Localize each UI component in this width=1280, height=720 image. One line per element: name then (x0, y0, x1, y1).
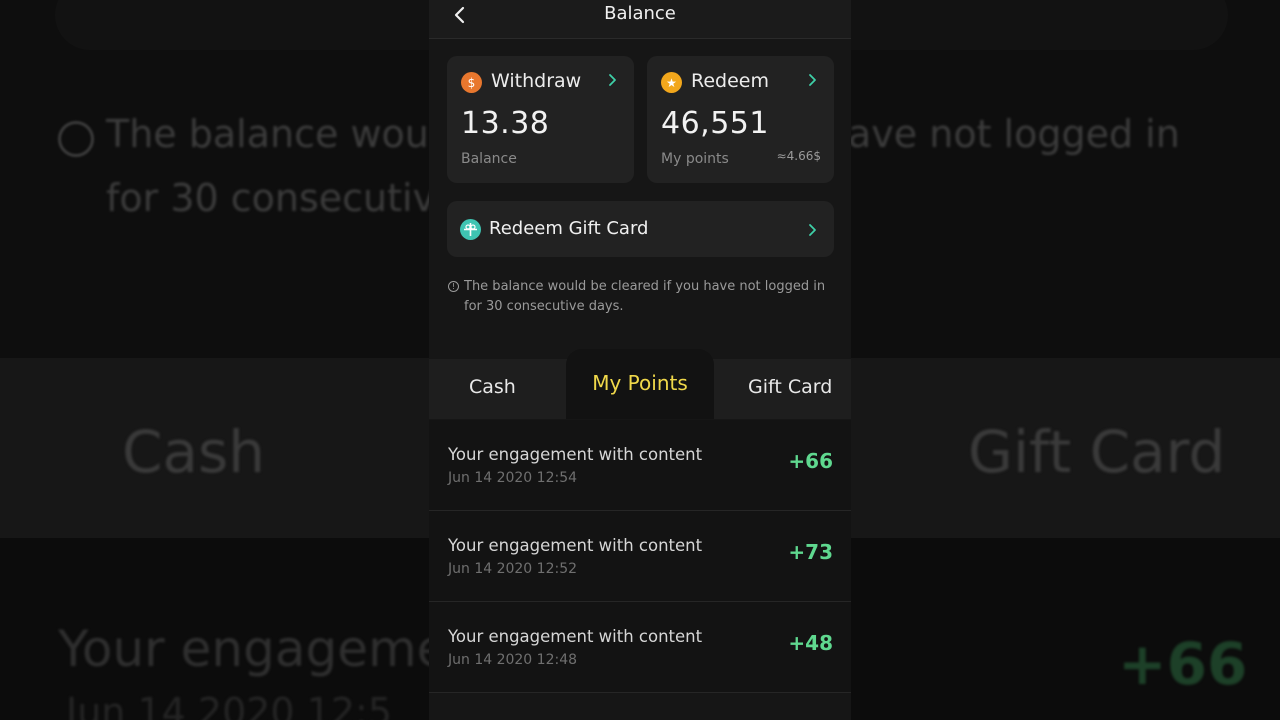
star-coin-icon: ★ (661, 72, 682, 93)
redeem-label: Redeem (691, 70, 769, 92)
gift-card-icon (460, 219, 481, 240)
chevron-right-icon (605, 72, 619, 86)
transaction-points: +66 (788, 449, 833, 473)
transaction-date: Jun 14 2020 12:48 (448, 652, 578, 668)
background-row-points: +66 (1118, 630, 1248, 698)
transaction-title: Your engagement with content (448, 627, 703, 646)
withdraw-card[interactable]: $ Withdraw 13.38 Balance (447, 56, 634, 183)
redeem-gift-card-button[interactable]: Redeem Gift Card (447, 201, 834, 257)
background-notice-line1-right: ave not logged in (848, 112, 1180, 156)
transaction-title: Your engagement with content (448, 445, 703, 464)
info-icon: ! (448, 281, 459, 292)
transaction-points: +48 (788, 631, 833, 655)
background-row-date: Jun 14 2020 12:5 (66, 690, 393, 720)
balance-notice: The balance would be cleared if you have… (464, 279, 826, 314)
transaction-date: Jun 14 2020 12:54 (448, 470, 578, 486)
points-history-list: Your engagement with content Jun 14 2020… (429, 420, 851, 693)
points-label: My points (661, 151, 729, 167)
background-notice-line2: for 30 consecutiv (106, 176, 436, 220)
tab-gift-card[interactable]: Gift Card (748, 376, 832, 398)
tab-my-points[interactable]: My Points (566, 371, 714, 395)
tab-bar: Cash My Points Gift Card (429, 349, 851, 419)
phone-screen: Balance $ Withdraw 13.38 Balance ★ Redee… (429, 0, 851, 720)
chevron-right-icon (805, 72, 819, 86)
list-item[interactable]: Your engagement with content Jun 14 2020… (429, 602, 851, 693)
tab-cash[interactable]: Cash (469, 376, 516, 398)
background-row-title: Your engageme (58, 620, 448, 678)
money-bag-icon: $ (461, 72, 482, 93)
withdraw-label: Withdraw (491, 70, 582, 92)
balance-value: 13.38 (461, 106, 550, 141)
points-approx-value: ≈4.66$ (776, 149, 821, 163)
background-info-icon (58, 121, 94, 157)
chevron-right-icon (805, 222, 819, 236)
page-title: Balance (604, 3, 676, 24)
top-bar: Balance (429, 0, 851, 39)
background-tab-cash: Cash (122, 418, 266, 486)
background-notice-line1: The balance wou (106, 112, 429, 156)
transaction-title: Your engagement with content (448, 536, 703, 555)
transaction-points: +73 (788, 540, 833, 564)
redeem-gift-card-label: Redeem Gift Card (489, 218, 649, 239)
transaction-date: Jun 14 2020 12:52 (448, 561, 578, 577)
list-item[interactable]: Your engagement with content Jun 14 2020… (429, 511, 851, 602)
redeem-card[interactable]: ★ Redeem 46,551 My points ≈4.66$ (647, 56, 834, 183)
balance-label: Balance (461, 151, 517, 167)
list-item[interactable]: Your engagement with content Jun 14 2020… (429, 420, 851, 511)
points-value: 46,551 (661, 106, 769, 141)
background-tab-gift: Gift Card (968, 418, 1226, 486)
